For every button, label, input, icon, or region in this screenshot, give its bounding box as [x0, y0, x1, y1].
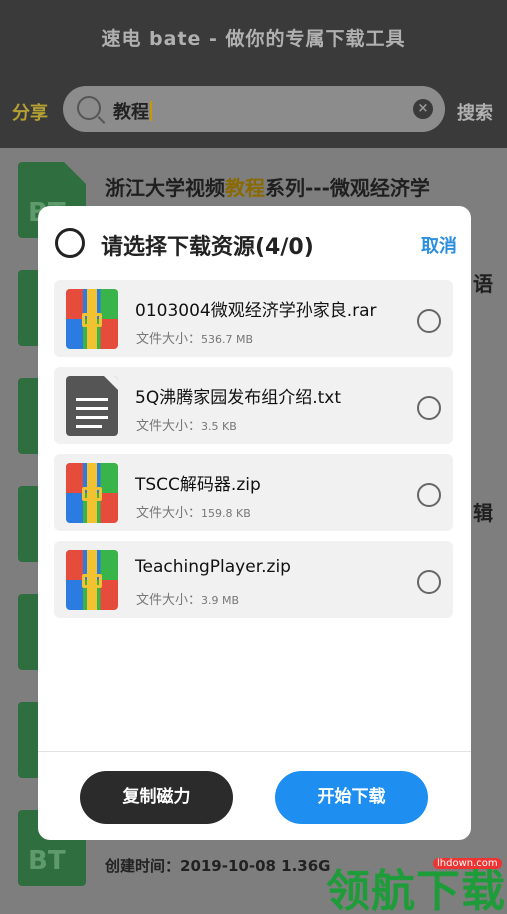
archive-icon	[66, 550, 118, 610]
file-item[interactable]: TSCC解码器.zip 文件大小：159.8 KB	[54, 454, 453, 531]
cancel-button[interactable]: 取消	[421, 232, 457, 258]
file-name: TSCC解码器.zip	[135, 475, 261, 495]
file-size: 文件大小：3.5 KB	[136, 419, 237, 434]
app-title: 速电 bate - 做你的专属下载工具	[101, 28, 406, 50]
search-value[interactable]: 教程	[113, 98, 152, 124]
result-title-fragment: 语	[473, 272, 493, 296]
file-name: 5Q沸腾家园发布组介绍.txt	[135, 388, 341, 408]
result-meta: 创建时间：2019-10-08 1.36G	[105, 857, 331, 875]
result-title-fragment: 辑	[473, 501, 493, 525]
dialog-title: 请选择下载资源(4/0)	[101, 235, 314, 260]
file-item[interactable]: TeachingPlayer.zip 文件大小：3.9 MB	[54, 541, 453, 618]
file-size: 文件大小：159.8 KB	[136, 506, 251, 521]
app-header: 速电 bate - 做你的专属下载工具 分享 教程 × 搜索	[0, 0, 507, 148]
search-icon	[77, 96, 101, 120]
file-select-radio[interactable]	[417, 570, 441, 594]
file-size: 文件大小：536.7 MB	[136, 332, 254, 347]
file-item[interactable]: 0103004微观经济学孙家良.rar 文件大小：536.7 MB	[54, 280, 453, 357]
search-input[interactable]: 教程 ×	[63, 86, 445, 132]
text-file-icon	[66, 376, 118, 436]
file-size: 文件大小：3.9 MB	[136, 593, 240, 608]
select-all-radio[interactable]	[55, 228, 85, 258]
file-name: TeachingPlayer.zip	[135, 557, 291, 577]
result-title[interactable]: 浙江大学视频教程系列---微观经济学	[105, 172, 430, 201]
watermark-url: lhdown.com	[433, 858, 502, 869]
search-button[interactable]: 搜索	[457, 99, 493, 125]
file-name: 0103004微观经济学孙家良.rar	[135, 301, 377, 321]
clear-search-icon[interactable]: ×	[413, 99, 433, 119]
archive-icon	[66, 289, 118, 349]
file-select-radio[interactable]	[417, 309, 441, 333]
copy-magnet-button[interactable]: 复制磁力	[80, 771, 233, 824]
dialog-divider	[38, 751, 471, 752]
share-button[interactable]: 分享	[12, 99, 48, 125]
file-item[interactable]: 5Q沸腾家园发布组介绍.txt 文件大小：3.5 KB	[54, 367, 453, 444]
file-select-radio[interactable]	[417, 483, 441, 507]
start-download-button[interactable]: 开始下载	[275, 771, 428, 824]
file-select-radio[interactable]	[417, 396, 441, 420]
select-resource-dialog: 请选择下载资源(4/0) 取消 0103004微观经济学孙家良.rar 文件大小…	[38, 206, 471, 840]
archive-icon	[66, 463, 118, 523]
